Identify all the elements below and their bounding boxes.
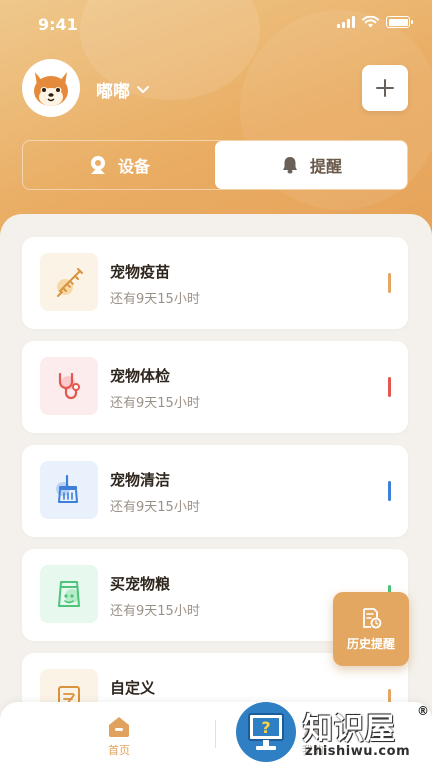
- reminder-title: 宠物疫苗: [110, 263, 171, 281]
- reminder-icon-box: [40, 565, 98, 623]
- wifi-icon: [362, 16, 379, 28]
- tab-divider: [215, 720, 216, 748]
- tab-reminder-label: 提醒: [309, 157, 342, 176]
- brush-icon: [56, 474, 78, 503]
- reminder-countdown: 还有9天15小时: [110, 396, 200, 411]
- reminder-title: 宠物体检: [110, 367, 171, 385]
- reminder-countdown: 还有9天15小时: [110, 604, 200, 619]
- reminder-countdown: 还有9天15小时: [110, 500, 200, 515]
- status-bar: 9:41: [0, 0, 432, 48]
- reminder-title: 买宠物粮: [110, 575, 171, 593]
- pet-name: 嘟嘟: [96, 82, 130, 102]
- help-monitor-icon: ?: [236, 702, 296, 762]
- reminder-accent-bar: [388, 273, 391, 293]
- status-icons: [337, 16, 413, 28]
- reminder-countdown: 还有9天15小时: [110, 292, 200, 307]
- status-time: 9:41: [38, 15, 78, 34]
- history-doc-icon: [363, 607, 382, 628]
- history-reminder-label: 历史提醒: [346, 636, 395, 651]
- reminder-title: 自定义: [110, 679, 156, 697]
- tab-device-label: 设备: [117, 157, 150, 176]
- reminder-icon-box: [40, 461, 98, 519]
- food-bag-icon: [58, 581, 80, 607]
- bell-icon: [282, 157, 297, 174]
- reminder-accent-bar: [388, 481, 391, 501]
- stethoscope-icon: [58, 372, 80, 400]
- watermark-logo: ?: [236, 700, 296, 764]
- reminder-card-checkup[interactable]: 宠物体检 还有9天15小时: [22, 341, 408, 433]
- chevron-down-icon: [137, 85, 149, 93]
- tab-device[interactable]: 设备: [23, 141, 215, 189]
- watermark-url: zhishiwu.com: [305, 744, 411, 759]
- svg-text:?: ?: [261, 718, 270, 737]
- watermark-registered: ®: [417, 704, 429, 718]
- pet-name-selector[interactable]: 嘟嘟: [96, 77, 150, 102]
- segment-tabs: 设备 提醒: [22, 140, 408, 190]
- reminder-card-cleaning[interactable]: 宠物清洁 还有9天15小时: [22, 445, 408, 537]
- battery-icon: [386, 16, 413, 28]
- shiba-dog-avatar-icon: [34, 72, 68, 106]
- add-button[interactable]: [362, 65, 408, 111]
- reminder-icon-box: [40, 357, 98, 415]
- home-icon: [109, 717, 129, 737]
- nav-home-label: 首页: [108, 744, 130, 757]
- plus-icon: [376, 79, 394, 97]
- watermark-cn: 知识屋: [303, 712, 396, 747]
- history-reminder-button[interactable]: 历史提醒: [333, 592, 409, 666]
- nav-home[interactable]: 首页: [96, 714, 142, 758]
- avatar[interactable]: [22, 59, 80, 117]
- reminder-title: 宠物清洁: [110, 471, 171, 489]
- reminder-accent-bar: [388, 377, 391, 397]
- reminder-icon-box: [40, 253, 98, 311]
- reminder-card-vaccine[interactable]: 宠物疫苗 还有9天15小时: [22, 237, 408, 329]
- watermark: 知识屋 ® zhishiwu.com: [303, 704, 431, 766]
- device-pin-icon: [90, 156, 105, 174]
- syringe-icon: [57, 268, 83, 297]
- tab-reminder[interactable]: 提醒: [215, 141, 407, 189]
- signal-icon: [337, 16, 355, 28]
